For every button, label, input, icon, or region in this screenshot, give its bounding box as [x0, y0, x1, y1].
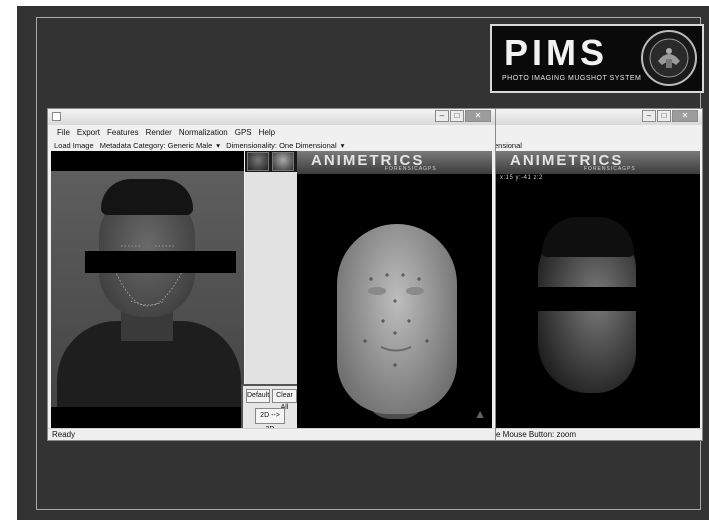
- load-image-button[interactable]: Load Image: [54, 141, 94, 150]
- status-bar: Ready: [48, 428, 495, 440]
- title-bar[interactable]: – □ ✕: [48, 109, 495, 125]
- rotated-3d-viewport[interactable]: ANIMETRICS FORENSICAGPS x:15 y:-41 z:2: [496, 151, 700, 431]
- toolbar-dimensionality-fragment[interactable]: ensional: [492, 141, 522, 150]
- thumbnail-photo[interactable]: [247, 152, 269, 171]
- chevron-down-icon[interactable]: ▾: [341, 141, 345, 150]
- metadata-category-select[interactable]: Metadata Category: Generic Male: [100, 141, 213, 150]
- menu-normalization[interactable]: Normalization: [179, 126, 228, 140]
- menu-help[interactable]: Help: [259, 126, 275, 140]
- logo-subtitle: PHOTO IMAGING MUGSHOT SYSTEM: [502, 75, 642, 82]
- mugshot-photo-pane[interactable]: [51, 151, 244, 431]
- status-bar: e Mouse Button: zoom: [492, 428, 702, 440]
- minimize-icon[interactable]: –: [642, 110, 656, 122]
- menu-features[interactable]: Features: [107, 126, 139, 140]
- rotated-face-hair: [542, 217, 634, 257]
- menu-export[interactable]: Export: [77, 126, 100, 140]
- close-icon[interactable]: ✕: [672, 110, 698, 122]
- presidential-seal-icon: [641, 30, 697, 86]
- banner-subtitle: FORENSICAGPS: [584, 166, 636, 172]
- privacy-bar: [85, 251, 236, 273]
- privacy-bar: [516, 287, 644, 311]
- 3d-model-viewport[interactable]: ANIMETRICS FORENSICAGPS ▲: [297, 151, 492, 431]
- menu-bar: File Export Features Render Normalizatio…: [48, 126, 495, 140]
- thumbnail-strip: [245, 151, 297, 172]
- action-buttons-group: Default Clear All 2D --> 3D: [241, 384, 300, 434]
- menu-file[interactable]: File: [57, 126, 70, 140]
- app-icon: [52, 112, 61, 121]
- rotation-coordinates: x:15 y:-41 z:2: [500, 175, 544, 181]
- maximize-icon[interactable]: □: [450, 110, 464, 122]
- 3d-feature-points-overlay: [363, 273, 429, 367]
- menu-render[interactable]: Render: [146, 126, 172, 140]
- menu-gps[interactable]: GPS: [235, 126, 252, 140]
- thumbnail-model[interactable]: [272, 152, 294, 171]
- back-application-window: – □ ✕ ensional ANIMETRICS FORENSICAGPS x…: [491, 108, 703, 441]
- maximize-icon[interactable]: □: [657, 110, 671, 122]
- toolbar: Load Image Metadata Category: Generic Ma…: [48, 141, 495, 151]
- clear-all-button[interactable]: Clear All: [272, 389, 297, 411]
- title-bar[interactable]: – □ ✕: [492, 109, 702, 125]
- convert-2d-to-3d-button[interactable]: 2D --> 3D: [255, 408, 285, 433]
- feature-points-overlay: [110, 245, 188, 307]
- animetrics-banner: ANIMETRICS FORENSICAGPS: [496, 151, 700, 174]
- animetrics-corner-logo-icon: ▲: [474, 407, 486, 421]
- dimensionality-select[interactable]: Dimensionality: One Dimensional: [226, 141, 336, 150]
- default-button[interactable]: Default: [246, 389, 270, 403]
- pims-logo: PIMS PHOTO IMAGING MUGSHOT SYSTEM: [490, 24, 704, 93]
- minimize-icon[interactable]: –: [435, 110, 449, 122]
- close-icon[interactable]: ✕: [465, 110, 491, 122]
- main-application-window: – □ ✕ File Export Features Render Normal…: [47, 108, 496, 441]
- logo-title: PIMS: [504, 32, 609, 73]
- chevron-down-icon[interactable]: ▾: [216, 141, 220, 150]
